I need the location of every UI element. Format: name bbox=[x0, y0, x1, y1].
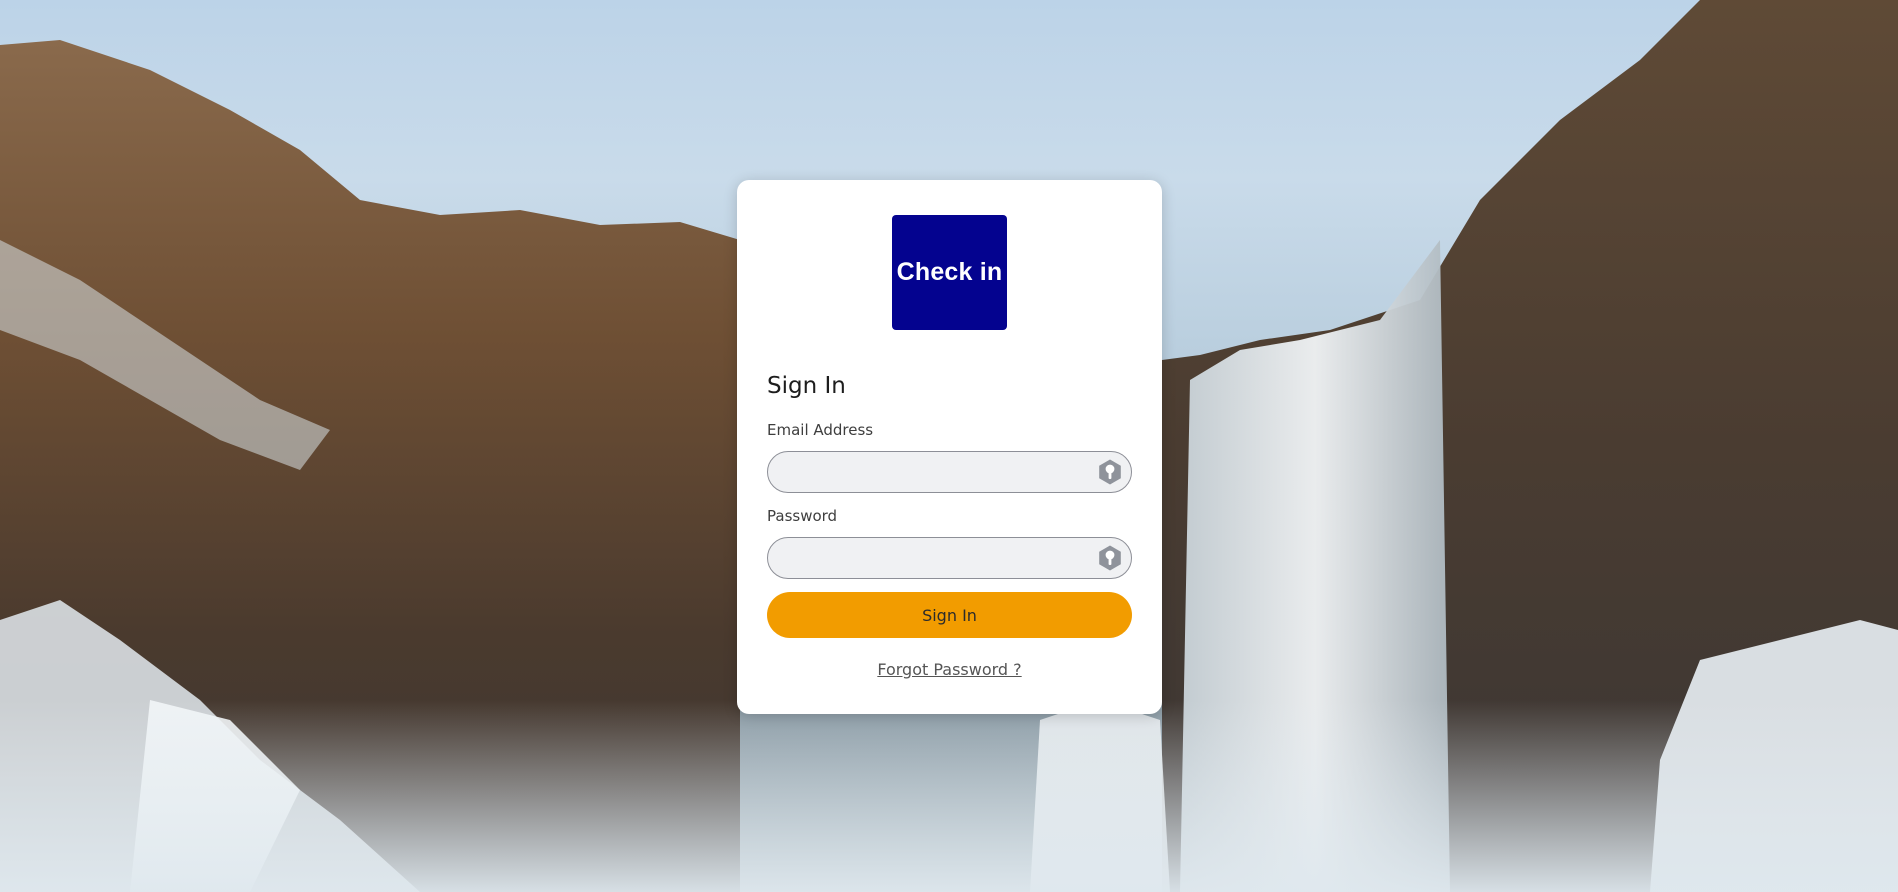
forgot-password-link[interactable]: Forgot Password ? bbox=[737, 660, 1162, 679]
key-icon[interactable] bbox=[1096, 544, 1124, 572]
key-icon[interactable] bbox=[1096, 458, 1124, 486]
email-field[interactable] bbox=[767, 451, 1132, 493]
sign-in-card: Check in Sign In Email Address Password … bbox=[737, 180, 1162, 714]
sign-in-button[interactable]: Sign In bbox=[767, 592, 1132, 638]
logo-text: Check in bbox=[896, 258, 1003, 286]
password-input[interactable] bbox=[782, 538, 1086, 579]
password-field[interactable] bbox=[767, 537, 1132, 579]
email-label: Email Address bbox=[767, 421, 874, 439]
password-label: Password bbox=[767, 507, 838, 525]
page-title: Sign In bbox=[767, 373, 846, 399]
background-scene: Check in Sign In Email Address Password … bbox=[0, 0, 1898, 892]
check-in-logo: Check in bbox=[892, 215, 1007, 330]
email-input[interactable] bbox=[782, 452, 1086, 493]
